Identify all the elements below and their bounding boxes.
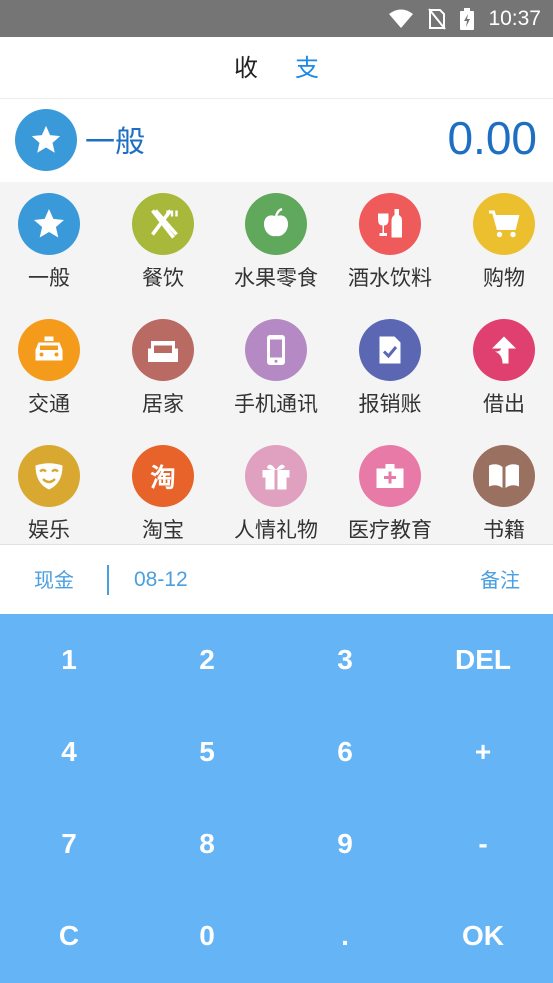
category-6[interactable]: 交通 bbox=[0, 308, 110, 434]
taobao-icon: 淘 bbox=[132, 445, 194, 507]
taxi-icon bbox=[18, 319, 80, 381]
note-button[interactable]: 备注 bbox=[480, 545, 520, 615]
category-10[interactable]: 借出 bbox=[455, 308, 553, 434]
category-grid: 一般 餐饮 水果零食 酒水饮料 购物 交通 居家 手机通讯 报销账 借出 娱乐淘淘宝 人情礼物 医疗教育… bbox=[0, 182, 553, 544]
account-selector[interactable]: 现金 bbox=[34, 545, 74, 615]
status-bar: 10:37 bbox=[0, 0, 553, 37]
divider bbox=[107, 565, 109, 595]
document-check-icon bbox=[359, 319, 421, 381]
category-4[interactable]: 酒水饮料 bbox=[341, 182, 451, 308]
category-12[interactable]: 淘淘宝 bbox=[114, 434, 224, 544]
star-icon bbox=[15, 109, 77, 171]
mask-icon bbox=[18, 445, 80, 507]
key-0[interactable]: 0 bbox=[138, 890, 276, 982]
date-selector[interactable]: 08-12 bbox=[134, 545, 188, 615]
amount-display: 0.00 bbox=[447, 112, 537, 164]
sofa-icon bbox=[132, 319, 194, 381]
book-icon bbox=[473, 445, 535, 507]
selected-category-summary: 一般 0.00 bbox=[0, 99, 553, 182]
key-5[interactable]: 5 bbox=[138, 706, 276, 798]
category-11[interactable]: 娱乐 bbox=[0, 434, 110, 544]
svg-text:淘: 淘 bbox=[150, 464, 176, 494]
star-icon bbox=[18, 193, 80, 255]
key-7[interactable]: 7 bbox=[0, 798, 138, 890]
category-label: 交通 bbox=[28, 392, 70, 416]
key-8[interactable]: 8 bbox=[138, 798, 276, 890]
status-time: 10:37 bbox=[488, 6, 541, 30]
category-5[interactable]: 购物 bbox=[455, 182, 553, 308]
fork-knife-icon bbox=[132, 193, 194, 255]
category-label: 人情礼物 bbox=[234, 518, 318, 542]
apple-icon bbox=[245, 193, 307, 255]
gift-icon bbox=[245, 445, 307, 507]
category-15[interactable]: 书籍 bbox=[455, 434, 553, 544]
key-9[interactable]: 9 bbox=[276, 798, 414, 890]
cart-icon bbox=[473, 193, 535, 255]
category-9[interactable]: 报销账 bbox=[341, 308, 451, 434]
key-3[interactable]: 3 bbox=[276, 614, 414, 706]
category-label: 酒水饮料 bbox=[348, 266, 432, 290]
category-7[interactable]: 居家 bbox=[114, 308, 224, 434]
category-label: 医疗教育 bbox=[348, 518, 432, 542]
key-minus[interactable]: - bbox=[414, 798, 552, 890]
category-8[interactable]: 手机通讯 bbox=[227, 308, 337, 434]
key-delete[interactable]: DEL bbox=[414, 614, 552, 706]
category-13[interactable]: 人情礼物 bbox=[227, 434, 337, 544]
category-14[interactable]: 医疗教育 bbox=[341, 434, 451, 544]
category-label: 一般 bbox=[28, 266, 70, 290]
wifi-icon bbox=[388, 9, 414, 29]
category-label: 报销账 bbox=[358, 392, 422, 416]
category-label: 借出 bbox=[483, 392, 525, 416]
category-label: 水果零食 bbox=[234, 266, 318, 290]
tab-expense[interactable]: 支 bbox=[277, 37, 337, 99]
phone-icon bbox=[245, 319, 307, 381]
key-2[interactable]: 2 bbox=[138, 614, 276, 706]
category-3[interactable]: 水果零食 bbox=[227, 182, 337, 308]
key-plus[interactable]: + bbox=[414, 706, 552, 798]
category-label: 娱乐 bbox=[28, 518, 70, 542]
selected-category-name: 一般 bbox=[85, 125, 145, 160]
tab-income[interactable]: 收 bbox=[216, 37, 276, 99]
category-label: 淘宝 bbox=[142, 518, 184, 542]
category-label: 购物 bbox=[483, 266, 525, 290]
key-ok[interactable]: OK bbox=[414, 890, 552, 982]
category-2[interactable]: 餐饮 bbox=[114, 182, 224, 308]
category-1[interactable]: 一般 bbox=[0, 182, 110, 308]
medkit-icon bbox=[359, 445, 421, 507]
key-1[interactable]: 1 bbox=[0, 614, 138, 706]
type-tabs: 收 支 bbox=[0, 37, 553, 99]
key-6[interactable]: 6 bbox=[276, 706, 414, 798]
wine-bottle-icon bbox=[359, 193, 421, 255]
category-label: 餐饮 bbox=[142, 266, 184, 290]
arrow-up-icon bbox=[473, 319, 535, 381]
info-bar: 现金 08-12 备注 bbox=[0, 544, 553, 614]
category-label: 居家 bbox=[142, 392, 184, 416]
category-label: 手机通讯 bbox=[234, 392, 318, 416]
key-decimal[interactable]: . bbox=[276, 890, 414, 982]
no-sim-icon bbox=[428, 7, 447, 30]
key-clear[interactable]: C bbox=[0, 890, 138, 982]
keypad: 1 2 3 DEL 4 5 6 +7 8 9- C 0. OK bbox=[0, 614, 553, 983]
category-label: 书籍 bbox=[483, 518, 525, 542]
key-4[interactable]: 4 bbox=[0, 706, 138, 798]
battery-charging-icon bbox=[460, 7, 475, 30]
